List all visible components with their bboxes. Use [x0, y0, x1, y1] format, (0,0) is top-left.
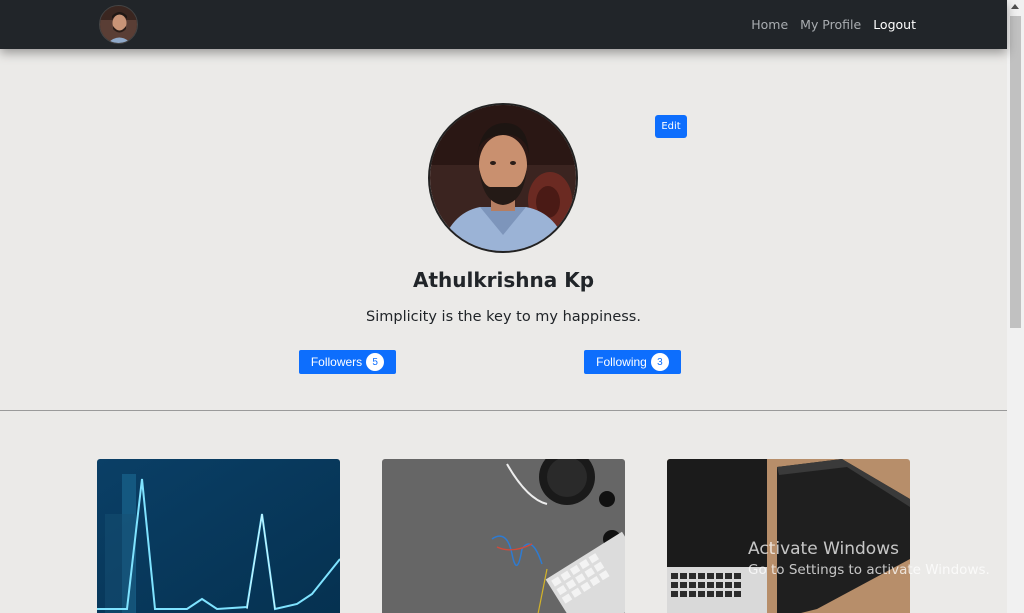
scroll-up-arrow-icon[interactable]: [1011, 4, 1019, 9]
heartbeat-image-icon: [97, 459, 340, 613]
section-divider: [0, 410, 1007, 411]
edit-profile-button[interactable]: Edit: [655, 115, 687, 138]
nav-link-home[interactable]: Home: [751, 17, 788, 32]
scroll-thumb[interactable]: [1010, 16, 1021, 328]
top-navbar: Home My Profile Logout: [0, 0, 1007, 49]
nav-link-logout[interactable]: Logout: [873, 17, 916, 32]
laptop-tablet-image-icon: [667, 459, 910, 613]
profile-photo-icon: [430, 105, 576, 251]
nav-links: Home My Profile Logout: [751, 17, 916, 32]
following-button[interactable]: Following 3: [584, 350, 681, 374]
followers-label: Followers: [310, 355, 363, 369]
post-card[interactable]: [667, 459, 910, 613]
post-card[interactable]: [97, 459, 340, 613]
nav-avatar[interactable]: [99, 5, 138, 44]
followers-button[interactable]: Followers 5: [299, 350, 396, 374]
following-label: Following: [596, 355, 647, 369]
followers-count-badge: 5: [366, 353, 385, 371]
desk-image-icon: [382, 459, 625, 613]
user-avatar-icon: [100, 6, 137, 43]
nav-link-my-profile[interactable]: My Profile: [800, 17, 861, 32]
profile-picture: [428, 103, 578, 253]
post-card[interactable]: [382, 459, 625, 613]
following-count-badge: 3: [650, 353, 669, 371]
vertical-scrollbar[interactable]: [1007, 0, 1024, 613]
profile-bio: Simplicity is the key to my happiness.: [366, 309, 641, 325]
profile-name: Athulkrishna Kp: [412, 268, 595, 292]
